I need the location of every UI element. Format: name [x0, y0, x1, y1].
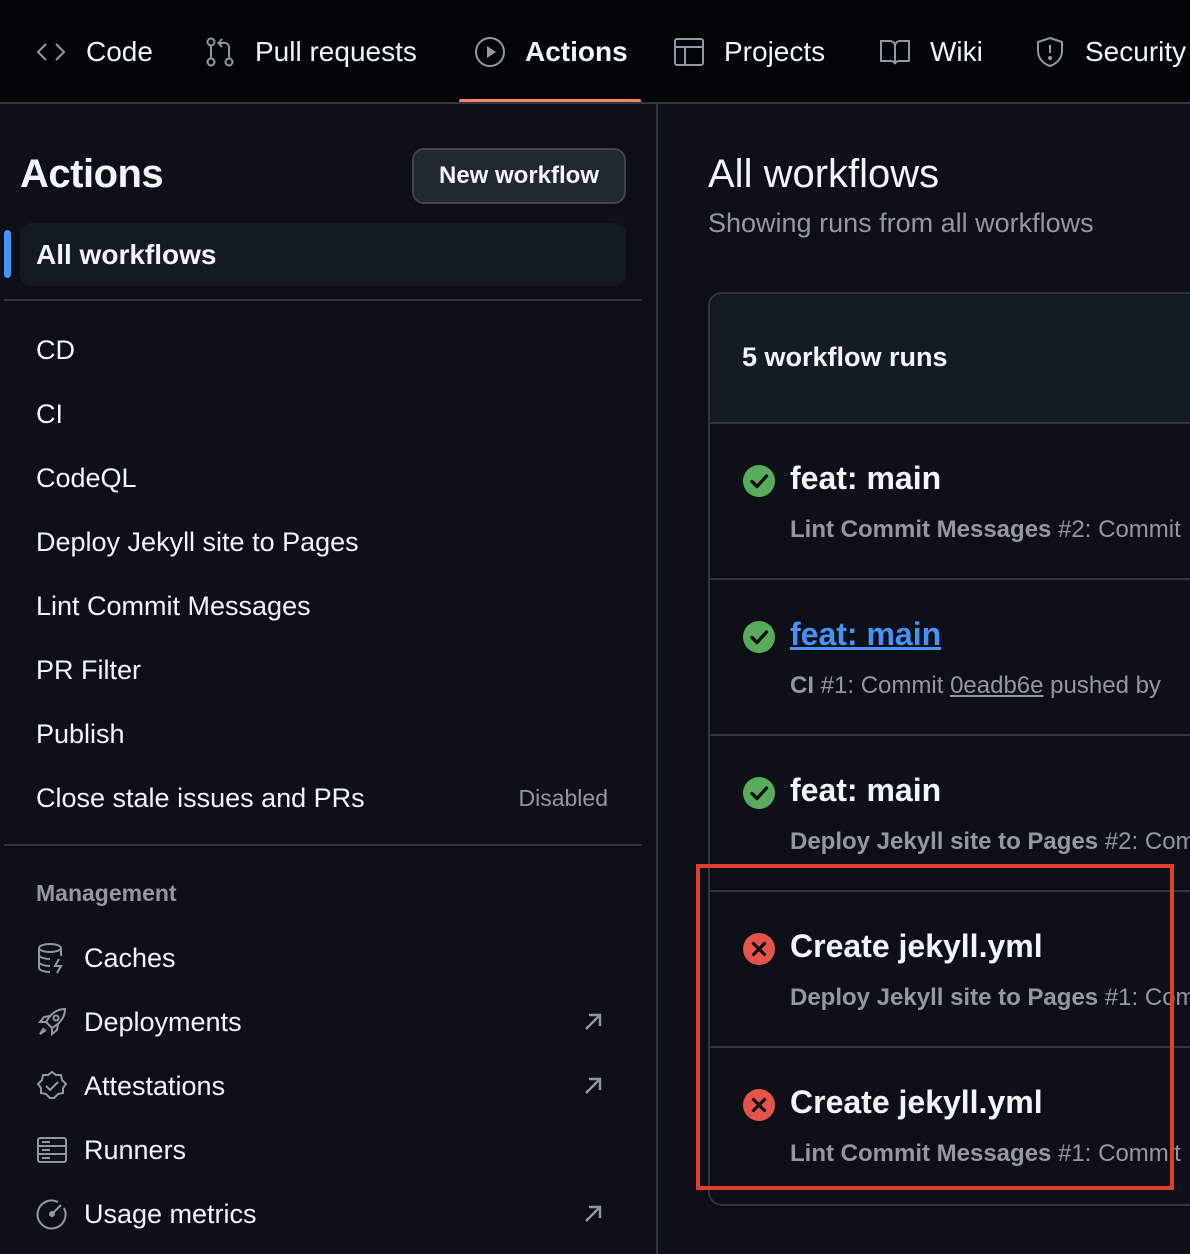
tab-code[interactable]: Code [34, 0, 153, 102]
commit-sha-link[interactable]: 0eadb6e [950, 672, 1043, 699]
tab-actions[interactable]: Actions [473, 0, 628, 102]
failure-x-icon [743, 933, 775, 965]
repo-nav: Code Pull requests Actions Projects Wiki… [0, 0, 1190, 104]
run-title-link[interactable]: feat: main [790, 616, 941, 653]
sidebar-item-caches[interactable]: Caches [36, 934, 616, 982]
workflow-run-row[interactable]: feat: main CI #1: Commit 0eadb6e pushed … [710, 580, 1190, 736]
rocket-icon [37, 1007, 67, 1037]
sidebar-item-runners[interactable]: Runners [36, 1126, 616, 1174]
workflow-run-row[interactable]: feat: main Deploy Jekyll site to Pages #… [710, 736, 1190, 892]
sidebar-item-deploy-jekyll[interactable]: Deploy Jekyll site to Pages [36, 518, 616, 566]
failure-x-icon [743, 1089, 775, 1121]
run-title[interactable]: Create jekyll.yml [790, 928, 1043, 965]
management-heading: Management [36, 880, 177, 906]
sidebar-item-publish[interactable]: Publish [36, 710, 616, 758]
sidebar-item-pr-filter[interactable]: PR Filter [36, 646, 616, 694]
disabled-badge: Disabled [518, 784, 609, 811]
sidebar-item-lint-commit-messages[interactable]: Lint Commit Messages [36, 582, 616, 630]
sidebar-divider [4, 299, 642, 301]
git-pull-request-icon [206, 37, 234, 67]
tab-wiki[interactable]: Wiki [878, 0, 983, 102]
success-check-icon [743, 621, 775, 653]
runs-list-header: 5 workflow runs [710, 294, 1190, 424]
actions-sidebar: Actions New workflow All workflows CD CI… [0, 104, 658, 1254]
tab-projects[interactable]: Projects [672, 0, 825, 102]
new-workflow-button[interactable]: New workflow [412, 148, 626, 204]
tab-pull-requests[interactable]: Pull requests [203, 0, 417, 102]
sidebar-item-deployments[interactable]: Deployments [36, 998, 616, 1046]
external-link-icon [585, 1077, 602, 1094]
book-icon [880, 40, 910, 65]
external-link-icon [585, 1205, 602, 1222]
workflow-runs-list: 5 workflow runs feat: main Lint Commit M… [708, 292, 1190, 1206]
verified-badge-icon [36, 1070, 68, 1099]
page-subtitle: Showing runs from all workflows [708, 208, 1094, 238]
workflow-run-row[interactable]: feat: main Lint Commit Messages #2: Comm… [710, 424, 1190, 580]
run-details: CI #1: Commit 0eadb6e pushed by [790, 672, 1161, 699]
sidebar-item-codeql[interactable]: CodeQL [36, 454, 616, 502]
meter-icon [36, 1199, 67, 1230]
active-tab-indicator [459, 99, 641, 102]
workflow-run-row[interactable]: Create jekyll.yml Lint Commit Messages #… [710, 1048, 1190, 1204]
run-details: Deploy Jekyll site to Pages #2: Commit [790, 828, 1190, 855]
code-icon [36, 43, 66, 61]
run-details: Lint Commit Messages #2: Commit [790, 516, 1181, 543]
database-icon [38, 943, 63, 974]
sidebar-item-cd[interactable]: CD [36, 326, 616, 374]
workflow-run-row[interactable]: Create jekyll.yml Deploy Jekyll site to … [710, 892, 1190, 1048]
sidebar-divider [4, 844, 642, 846]
table-icon [674, 38, 704, 66]
sidebar-title: Actions [20, 152, 164, 196]
sidebar-item-close-stale[interactable]: Close stale issues and PRs Disabled [36, 774, 616, 822]
runs-count: 5 workflow runs [742, 342, 948, 372]
tab-security[interactable]: Security [1033, 0, 1186, 102]
run-title[interactable]: Create jekyll.yml [790, 1084, 1043, 1121]
page-title: All workflows [708, 152, 940, 196]
server-icon [37, 1137, 67, 1163]
sidebar-item-usage-metrics[interactable]: Usage metrics [36, 1190, 616, 1238]
run-details: Lint Commit Messages #1: Commit [790, 1140, 1181, 1167]
success-check-icon [743, 777, 775, 809]
run-details: Deploy Jekyll site to Pages #1: Commit [790, 984, 1190, 1011]
success-check-icon [743, 465, 775, 497]
workflows-main: All workflows Showing runs from all work… [660, 104, 1190, 1254]
sidebar-item-all-workflows[interactable]: All workflows [20, 223, 626, 286]
shield-icon [1037, 36, 1063, 68]
play-icon [475, 37, 505, 67]
run-title[interactable]: feat: main [790, 460, 941, 497]
active-item-indicator [4, 230, 11, 278]
sidebar-item-attestations[interactable]: Attestations [36, 1062, 616, 1110]
sidebar-item-ci[interactable]: CI [36, 390, 616, 438]
run-title[interactable]: feat: main [790, 772, 941, 809]
external-link-icon [585, 1013, 602, 1030]
